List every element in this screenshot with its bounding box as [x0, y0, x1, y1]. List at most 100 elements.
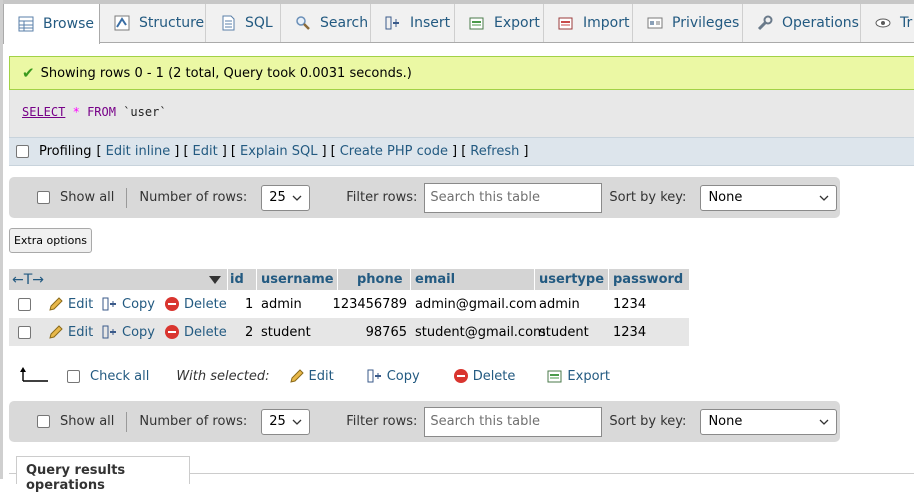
delete-icon	[453, 368, 469, 384]
bulk-copy-label: Copy	[386, 368, 420, 384]
row-checkbox[interactable]	[18, 297, 31, 311]
show-all-label: Show all	[60, 190, 115, 205]
sort-by-key-select[interactable]: None	[700, 184, 838, 211]
bracket: ] [	[174, 144, 189, 159]
bracket: ]	[523, 144, 529, 159]
sql-query-box: SELECT * FROM `user`	[9, 90, 914, 137]
cell-id: 1	[245, 296, 254, 312]
number-of-rows-value: 25	[269, 190, 286, 205]
separator	[126, 187, 128, 208]
tab-label: Import	[583, 15, 630, 31]
column-arrows-icon[interactable]: ←T→	[12, 269, 44, 290]
row-copy-link[interactable]: Copy	[102, 290, 155, 318]
row-edit-link[interactable]: Edit	[48, 290, 93, 318]
tab-structure[interactable]: Structure	[100, 4, 206, 42]
copy-label: Copy	[122, 324, 155, 340]
create-php-code-link[interactable]: Create PHP code	[340, 144, 448, 159]
copy-icon	[367, 368, 383, 384]
bulk-actions-bar: Check all With selected: Edit Copy Delet…	[9, 360, 709, 392]
cell-email: admin@gmail.com	[415, 296, 537, 312]
sql-select-keyword[interactable]: SELECT	[22, 105, 65, 119]
bulk-edit-label: Edit	[308, 368, 334, 384]
bulk-copy-button[interactable]: Copy	[367, 368, 420, 384]
tab-label: Operations	[782, 15, 859, 31]
filter-rows-placeholder: Search this table	[430, 414, 540, 429]
tab-import[interactable]: Import	[544, 4, 633, 42]
filter-rows-input[interactable]: Search this table	[424, 182, 603, 213]
explain-sql-link[interactable]: Explain SQL	[240, 144, 317, 159]
filter-rows-input[interactable]: Search this table	[424, 406, 603, 437]
column-header-id[interactable]: id	[230, 269, 244, 290]
tab-browse[interactable]: Browse	[3, 4, 100, 44]
bracket: ] [	[451, 144, 467, 159]
sql-from-keyword: FROM	[87, 105, 116, 119]
export-icon	[469, 15, 485, 31]
tab-privileges[interactable]: Privileges	[633, 4, 743, 42]
cell-email: student@gmail.com	[415, 324, 546, 340]
column-divider	[256, 269, 257, 290]
show-all-checkbox[interactable]	[37, 415, 50, 428]
tab-label: Privileges	[672, 15, 740, 31]
check-all-label[interactable]: Check all	[90, 369, 149, 384]
tab-bar: Browse Structure SQL Search Insert Expor…	[3, 4, 914, 44]
bulk-export-button[interactable]: Export	[547, 368, 610, 384]
cell-usertype: admin	[539, 296, 580, 312]
profiling-checkbox[interactable]	[16, 145, 29, 158]
pencil-icon	[48, 324, 64, 340]
tab-tracking[interactable]: Tr	[861, 4, 914, 42]
profiling-bar: Profiling [ Edit inline ] [ Edit ] [ Exp…	[9, 137, 914, 166]
column-header-email[interactable]: email	[415, 269, 455, 290]
tab-operations[interactable]: Operations	[743, 4, 861, 42]
privileges-icon	[647, 15, 663, 31]
filter-rows-placeholder: Search this table	[430, 190, 540, 205]
cell-password: 1234	[613, 324, 647, 340]
navigation-bar-bottom: Show all Number of rows: 25 Filter rows:…	[9, 401, 840, 442]
check-all-checkbox[interactable]	[67, 369, 80, 383]
column-header-password[interactable]: password	[613, 269, 683, 290]
column-header-username[interactable]: username	[261, 269, 334, 290]
edit-query-link[interactable]: Edit	[193, 144, 218, 159]
chevron-down-icon	[819, 190, 829, 205]
with-selected-label: With selected:	[176, 368, 270, 384]
number-of-rows-label: Number of rows:	[139, 190, 248, 205]
success-text: Showing rows 0 - 1 (2 total, Query took …	[40, 65, 412, 81]
edit-inline-link[interactable]: Edit inline	[106, 144, 171, 159]
refresh-link[interactable]: Refresh	[470, 144, 519, 159]
sort-by-key-select[interactable]: None	[700, 408, 838, 435]
sort-by-key-value: None	[708, 414, 743, 429]
extra-options-button[interactable]: Extra options	[9, 228, 92, 253]
number-of-rows-select[interactable]: 25	[261, 408, 311, 435]
column-header-phone[interactable]: phone	[357, 269, 403, 290]
row-delete-link[interactable]: Delete	[164, 318, 227, 346]
column-sort-dropdown-icon[interactable]	[209, 269, 221, 290]
column-header-usertype[interactable]: usertype	[539, 269, 604, 290]
filter-rows-label: Filter rows:	[346, 190, 418, 205]
tab-label: Browse	[43, 16, 94, 32]
tab-export[interactable]: Export	[455, 4, 544, 42]
column-divider	[608, 269, 609, 290]
row-copy-link[interactable]: Copy	[102, 318, 155, 346]
cell-usertype: student	[539, 324, 589, 340]
cell-phone: 98765	[365, 324, 407, 340]
row-edit-link[interactable]: Edit	[48, 318, 93, 346]
show-all-checkbox[interactable]	[37, 191, 50, 204]
tab-sql[interactable]: SQL	[206, 4, 281, 42]
row-checkbox[interactable]	[18, 325, 31, 339]
tab-search[interactable]: Search	[281, 4, 371, 42]
bulk-delete-button[interactable]: Delete	[453, 368, 515, 384]
copy-label: Copy	[122, 296, 155, 312]
table-row: Edit Copy Delete 2 student 98765 student…	[9, 318, 689, 346]
delete-icon	[164, 296, 180, 312]
sql-icon	[220, 15, 236, 31]
navigation-bar-top: Show all Number of rows: 25 Filter rows:…	[9, 177, 840, 218]
row-delete-link[interactable]: Delete	[164, 290, 227, 318]
bulk-export-label: Export	[567, 368, 610, 384]
checkmark-icon: ✔	[22, 64, 35, 82]
bracket: ] [	[321, 144, 336, 159]
left-panel-edge	[0, 0, 3, 479]
bulk-edit-button[interactable]: Edit	[289, 368, 334, 384]
number-of-rows-select[interactable]: 25	[261, 184, 311, 211]
cell-username: student	[261, 324, 311, 340]
tab-label: Structure	[139, 15, 205, 31]
tab-insert[interactable]: Insert	[371, 4, 455, 42]
